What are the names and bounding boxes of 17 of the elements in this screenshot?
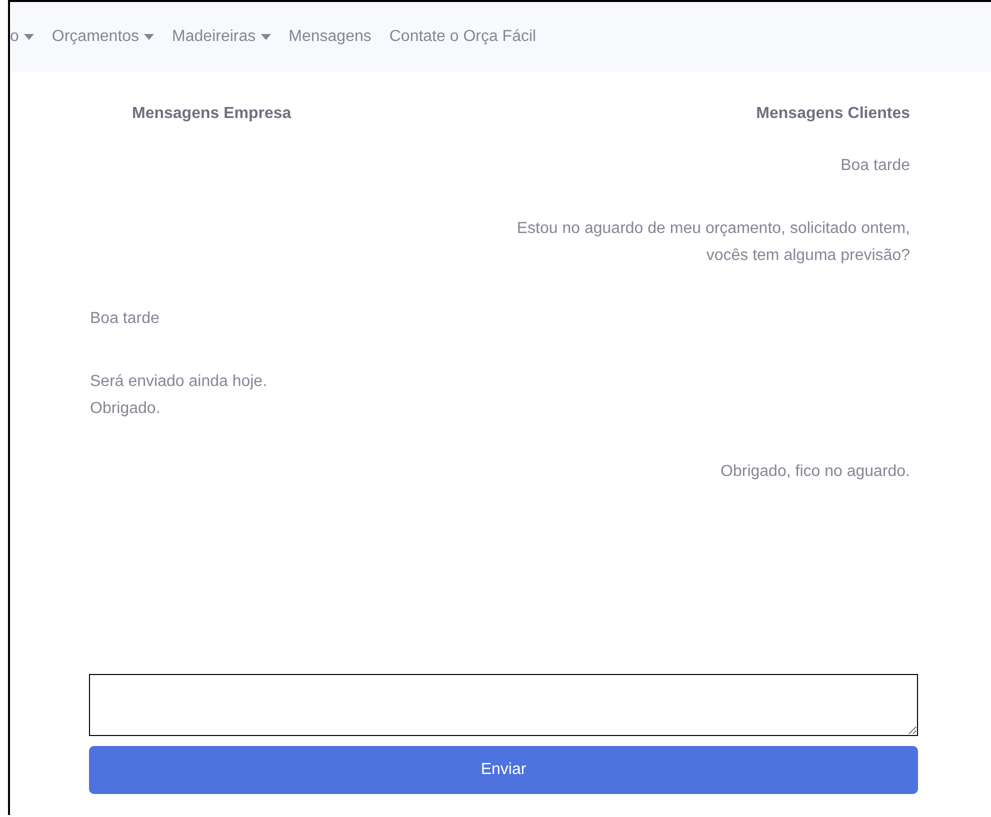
column-heading: Mensagens Empresa [131, 105, 292, 123]
message-text: Será enviado ainda hoje. Obrigado. [90, 372, 268, 419]
nav-link[interactable]: o [10, 28, 34, 46]
message-input[interactable] [89, 674, 918, 736]
caret-icon [260, 34, 271, 40]
nav-link[interactable]: Madeireiras [172, 28, 271, 46]
message-text: Estou no aguardo de meu orçamento, solicitado ontem, vocês tem alguma previsão? [516, 219, 910, 266]
send-button[interactable]: Enviar [89, 746, 918, 794]
nav-link[interactable]: Contate o Orça Fácil [389, 28, 536, 46]
caret-icon [24, 34, 34, 40]
message-text: Boa tarde [90, 309, 160, 329]
nav-link[interactable]: Mensagens [288, 28, 372, 46]
nav-link[interactable]: Orçamentos [52, 28, 154, 46]
caret-icon [144, 34, 154, 40]
column-heading: Mensagens Clientes [756, 105, 910, 123]
message-text: Obrigado, fico no aguardo. [720, 462, 910, 482]
message-text: Boa tarde [840, 156, 910, 176]
